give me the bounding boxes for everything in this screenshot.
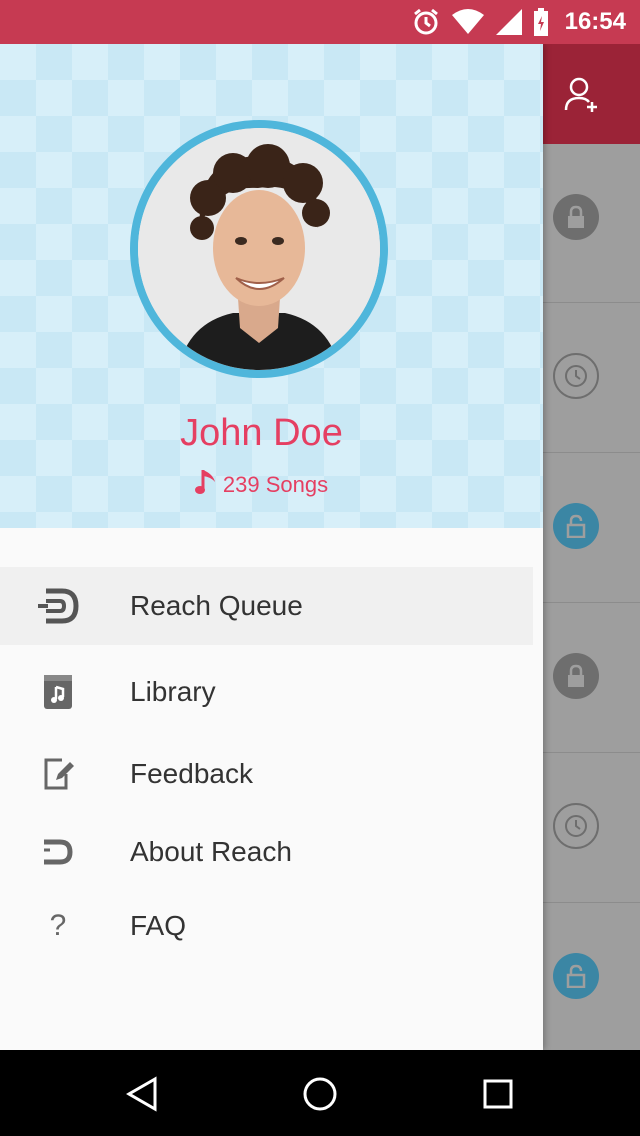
status-bar: 16:54 [0,0,640,44]
background-toolbar [543,44,640,144]
battery-icon [533,8,549,36]
profile-photo [138,128,380,370]
lock-icon [553,653,599,699]
menu-label: Reach Queue [130,590,303,621]
menu-item-feedback[interactable]: Feedback [0,735,543,813]
songs-count-label: 239 Songs [222,472,329,497]
signal-icon [495,8,523,36]
drawer-menu: Reach Queue Library Feedback About Reach… [0,567,543,961]
avatar[interactable] [130,120,388,378]
wifi-icon [451,9,485,35]
reach-queue-icon [36,584,80,628]
background-row[interactable] [543,602,640,753]
navigation-drawer: John Doe 239 Songs Reach Queue Library F… [0,44,543,1050]
status-time: 16:54 [564,8,626,35]
question-icon: ? [49,909,67,942]
alarm-icon [411,7,441,37]
unlock-icon [553,953,599,999]
system-nav-bar [0,1050,640,1136]
home-icon[interactable] [298,1072,342,1116]
songs-count: 239 Songs [0,468,523,502]
menu-item-about-reach[interactable]: About Reach [0,813,543,891]
background-row[interactable] [543,752,640,903]
library-icon [36,670,80,714]
reach-logo-icon [36,830,80,874]
menu-item-library[interactable]: Library [0,653,543,731]
add-user-icon[interactable] [543,44,620,144]
background-row[interactable] [543,302,640,453]
background-row[interactable] [543,452,640,603]
feedback-icon [36,752,80,796]
menu-label: Feedback [130,758,253,789]
status-icons: 16:54 [411,0,626,44]
background-row[interactable] [543,144,640,294]
clock-icon [553,353,599,399]
menu-item-faq[interactable]: ? FAQ [0,891,543,961]
menu-item-reach-queue[interactable]: Reach Queue [0,567,533,645]
profile-header: John Doe 239 Songs [0,44,543,528]
profile-name: John Doe [180,412,343,454]
recents-icon[interactable] [476,1072,520,1116]
lock-icon [553,194,599,240]
menu-label: About Reach [130,836,292,867]
unlock-icon [553,503,599,549]
background-row[interactable] [543,902,640,1053]
music-note-icon [194,468,217,502]
menu-label: FAQ [130,910,187,941]
clock-icon [553,803,599,849]
back-icon[interactable] [120,1072,164,1116]
menu-label: Library [130,676,216,707]
